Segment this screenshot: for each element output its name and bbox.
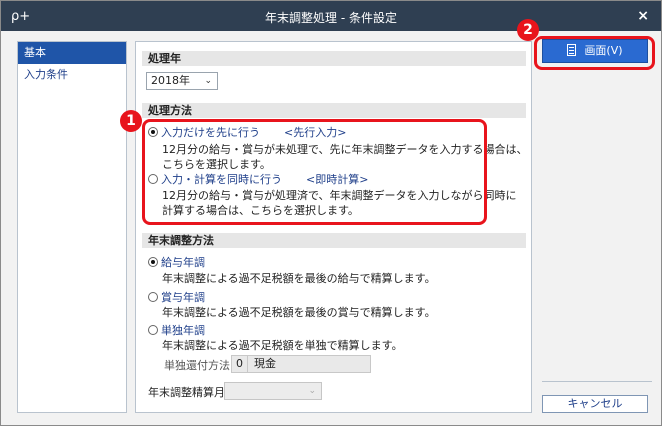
section-title-method: 処理方法 xyxy=(142,103,526,118)
callout-badge-2: 2 xyxy=(517,19,539,41)
refund-method-name: 現金 xyxy=(254,357,276,370)
dialog-window: ρ+ 年末調整処理 - 条件設定 × 基本 入力条件 処理年 2018年 ⌄ 処… xyxy=(0,0,662,426)
section-title-adjust-method: 年末調整方法 xyxy=(142,233,526,248)
chevron-down-icon: ⌄ xyxy=(204,76,212,86)
option-description: 12月分の給与・賞与が処理済で、年末調整データを入力しながら同時に 計算する場合… xyxy=(162,189,517,217)
option-label: 給与年調 xyxy=(161,256,205,269)
settings-panel: 処理年 2018年 ⌄ 処理方法 入力だけを先に行う <先行入力> 12月分の給与… xyxy=(135,41,532,413)
radio-button-icon[interactable] xyxy=(148,325,158,335)
close-icon[interactable]: × xyxy=(637,8,649,24)
option-description: 年末調整による過不足税額を最後の賞与で精算します。 xyxy=(162,306,436,319)
option-tag: <即時計算> xyxy=(306,173,369,186)
year-select-value: 2018年 xyxy=(151,74,190,87)
option-description: 年末調整による過不足税額を最後の給与で精算します。 xyxy=(162,272,436,285)
radio-bonus-adjust[interactable]: 賞与年調 xyxy=(148,290,205,305)
radio-prior-input[interactable]: 入力だけを先に行う <先行入力> xyxy=(148,125,346,140)
sidebar-item-basic[interactable]: 基本 xyxy=(18,42,126,64)
cancel-button[interactable]: キャンセル xyxy=(542,395,648,413)
option-label: 入力だけを先に行う xyxy=(161,126,260,139)
action-panel: 画面(V) キャンセル xyxy=(538,35,656,415)
option-label: 賞与年調 xyxy=(161,291,205,304)
chevron-down-icon: ⌄ xyxy=(308,386,316,396)
radio-immediate-calc[interactable]: 入力・計算を同時に行う <即時計算> xyxy=(148,172,368,187)
option-description: 12月分の給与・賞与が未処理で、先に年末調整データを入力する場合は、 こちらを選… xyxy=(162,143,528,171)
year-select[interactable]: 2018年 ⌄ xyxy=(146,72,218,90)
callout-badge-1: 1 xyxy=(120,110,142,132)
option-label: 入力・計算を同時に行う xyxy=(161,173,282,186)
refund-method-label: 単独還付方法 xyxy=(164,359,230,372)
radio-standalone-adjust[interactable]: 単独年調 xyxy=(148,323,205,338)
document-icon xyxy=(567,44,577,56)
radio-salary-adjust[interactable]: 給与年調 xyxy=(148,255,205,270)
refund-method-field: 0 現金 xyxy=(231,355,371,373)
radio-button-icon[interactable] xyxy=(148,127,158,137)
radio-button-icon[interactable] xyxy=(148,257,158,267)
screen-button-label: 画面(V) xyxy=(584,44,623,57)
sidebar: 基本 入力条件 xyxy=(17,41,127,413)
title-bar: ρ+ 年末調整処理 - 条件設定 × xyxy=(1,1,661,31)
radio-button-icon[interactable] xyxy=(148,174,158,184)
radio-button-icon[interactable] xyxy=(148,292,158,302)
divider xyxy=(542,381,652,382)
option-tag: <先行入力> xyxy=(284,126,347,139)
sidebar-item-input-conditions[interactable]: 入力条件 xyxy=(18,64,126,86)
screen-button[interactable]: 画面(V) xyxy=(542,39,648,63)
section-title-year: 処理年 xyxy=(142,51,526,66)
settle-month-select: ⌄ xyxy=(224,382,322,400)
window-title: 年末調整処理 - 条件設定 xyxy=(265,11,397,25)
option-label: 単独年調 xyxy=(161,324,205,337)
refund-method-code: 0 xyxy=(232,356,248,372)
settle-month-label: 年末調整精算月 xyxy=(148,386,225,399)
option-description: 年末調整による過不足税額を単独で精算します。 xyxy=(162,339,403,352)
